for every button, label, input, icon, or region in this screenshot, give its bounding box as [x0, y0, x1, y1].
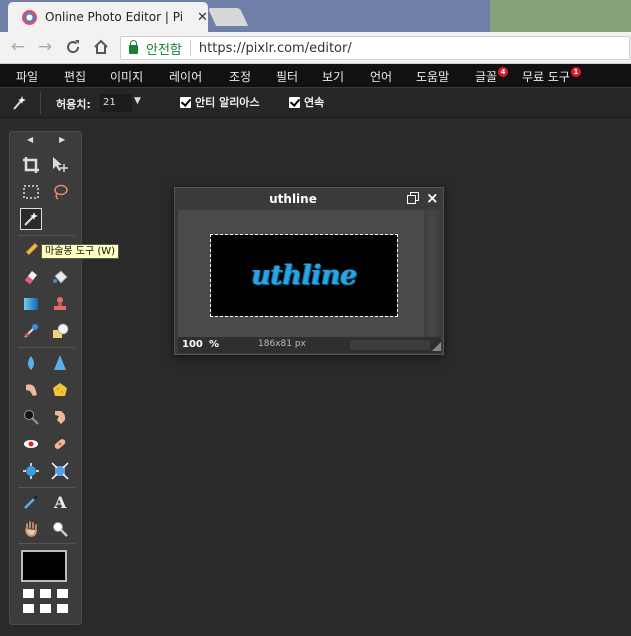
- pinch-tool-icon[interactable]: [49, 460, 71, 482]
- color-replace-tool-icon[interactable]: [20, 320, 42, 342]
- red-eye-tool-icon[interactable]: [20, 433, 42, 455]
- color-picker-tool-icon[interactable]: [20, 491, 42, 513]
- gradient-tool-icon[interactable]: [20, 293, 42, 315]
- spot-heal-tool-icon[interactable]: [49, 433, 71, 455]
- pixlr-favicon-icon: [22, 9, 37, 25]
- pencil-tool-icon[interactable]: [20, 239, 42, 261]
- bloat-tool-icon[interactable]: [20, 460, 42, 482]
- contiguous-checkbox[interactable]: 연속: [289, 94, 324, 110]
- back-arrow-icon[interactable]: ←: [8, 37, 28, 57]
- svg-text:A: A: [53, 493, 67, 511]
- menu-language[interactable]: 언어: [370, 68, 392, 85]
- restore-window-icon[interactable]: [407, 192, 419, 204]
- address-bar[interactable]: 안전함 https://pixlr.com/editor/: [120, 36, 630, 60]
- magic-wand-icon: [13, 96, 26, 110]
- horizontal-scrollbar[interactable]: [350, 340, 430, 350]
- panel-collapse-left-icon[interactable]: ◀: [27, 135, 33, 144]
- contiguous-label: 연속: [304, 96, 325, 109]
- paint-bucket-tool-icon[interactable]: [49, 266, 71, 288]
- document-title: uthline: [269, 192, 317, 206]
- tool-options-bar: 허용치: 21 ▼ 안티 알리아스 연속: [0, 88, 631, 118]
- document-window[interactable]: uthline × uthline 100 % 186x81 px: [174, 187, 444, 355]
- crop-tool-icon[interactable]: [20, 154, 42, 176]
- tolerance-input[interactable]: 21: [100, 94, 132, 112]
- tolerance-dropdown-icon[interactable]: ▼: [134, 96, 141, 106]
- image-size: 186x81 px: [258, 339, 306, 349]
- menu-help[interactable]: 도움말: [416, 68, 449, 85]
- blur-tool-icon[interactable]: [20, 352, 42, 374]
- clone-stamp-tool-icon[interactable]: [49, 293, 71, 315]
- menu-image[interactable]: 이미지: [110, 68, 143, 85]
- menu-view[interactable]: 보기: [322, 68, 344, 85]
- selection-marquee: [210, 234, 398, 317]
- grid-layout-icon[interactable]: [23, 604, 34, 613]
- lock-icon: [129, 40, 138, 54]
- tolerance-label: 허용치:: [56, 98, 91, 111]
- menu-filter[interactable]: 필터: [276, 68, 298, 85]
- vertical-scrollbar[interactable]: [424, 210, 441, 337]
- menu-fonts[interactable]: 글꼴 4: [475, 67, 509, 85]
- tab-close-icon[interactable]: ✕: [197, 10, 208, 25]
- grid-layout-icon[interactable]: [57, 589, 68, 598]
- document-statusbar: 100 % 186x81 px: [178, 337, 441, 353]
- drawing-tool-icon[interactable]: [49, 320, 71, 342]
- free-tools-badge: 1: [570, 67, 581, 77]
- hand-tool-icon[interactable]: [20, 518, 42, 540]
- tab-title: Online Photo Editor | Pi: [45, 10, 184, 24]
- foreground-color-swatch[interactable]: [21, 550, 67, 582]
- dodge-tool-icon[interactable]: [20, 406, 42, 428]
- zoom-tool-icon[interactable]: [49, 518, 71, 540]
- menu-bar: 파일 편집 이미지 레이어 조정 필터 보기 언어 도움말 글꼴 4 무료 도구 1: [0, 64, 631, 88]
- tool-tooltip: 마술봉 도구 (W): [41, 244, 120, 259]
- url-text: https://pixlr.com/editor/: [198, 40, 352, 56]
- menu-free-tools[interactable]: 무료 도구 1: [522, 67, 581, 85]
- reload-icon[interactable]: [63, 37, 83, 59]
- browser-tab-bar: Online Photo Editor | Pi ✕: [0, 0, 631, 32]
- resize-grip-icon[interactable]: [432, 342, 441, 351]
- burn-tool-icon[interactable]: [49, 406, 71, 428]
- panel-collapse-right-icon[interactable]: ▶: [59, 135, 65, 144]
- sponge-tool-icon[interactable]: [49, 379, 71, 401]
- antialias-checkbox[interactable]: 안티 알리아스: [180, 94, 260, 110]
- document-titlebar[interactable]: uthline ×: [175, 188, 443, 210]
- menu-file[interactable]: 파일: [16, 68, 38, 85]
- tab-bar-background: [490, 0, 631, 32]
- zoom-unit: %: [209, 339, 220, 350]
- contiguous-check-icon: [289, 96, 300, 108]
- secure-label: 안전함: [146, 42, 182, 58]
- marquee-tool-icon[interactable]: [20, 181, 42, 203]
- eraser-tool-icon[interactable]: [20, 266, 42, 288]
- browser-tab[interactable]: Online Photo Editor | Pi ✕: [8, 2, 208, 32]
- new-tab-button[interactable]: [207, 8, 249, 26]
- magic-wand-tool-icon[interactable]: [20, 208, 42, 230]
- grid-layout-icon[interactable]: [40, 604, 51, 613]
- forward-arrow-icon[interactable]: →: [35, 37, 55, 57]
- canvas-area[interactable]: uthline: [178, 210, 424, 337]
- grid-layout-icon[interactable]: [40, 589, 51, 598]
- fonts-badge: 4: [498, 67, 509, 77]
- type-tool-icon[interactable]: A: [49, 491, 71, 513]
- move-tool-icon[interactable]: [49, 154, 71, 176]
- sharpen-tool-icon[interactable]: [49, 352, 71, 374]
- close-window-icon[interactable]: ×: [426, 189, 439, 207]
- home-icon[interactable]: [91, 37, 111, 59]
- menu-adjust[interactable]: 조정: [229, 68, 251, 85]
- menu-edit[interactable]: 편집: [64, 68, 86, 85]
- grid-layout-icon[interactable]: [57, 604, 68, 613]
- antialias-label: 안티 알리아스: [195, 96, 260, 109]
- menu-layer[interactable]: 레이어: [169, 68, 202, 85]
- antialias-check-icon: [180, 96, 191, 108]
- zoom-level[interactable]: 100: [182, 339, 203, 350]
- browser-toolbar: ← → 안전함 https://pixlr.com/editor/: [0, 32, 631, 64]
- grid-layout-icon[interactable]: [23, 589, 34, 598]
- lasso-tool-icon[interactable]: [49, 181, 71, 203]
- smudge-tool-icon[interactable]: [20, 379, 42, 401]
